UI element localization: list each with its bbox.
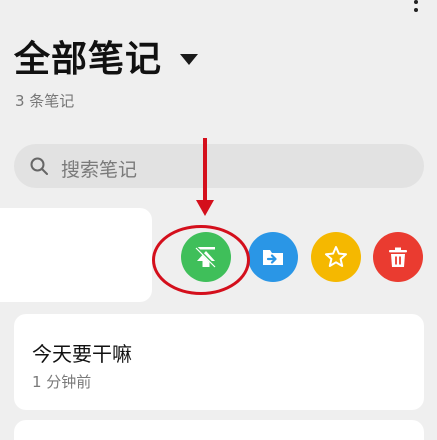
move-to-folder-icon (263, 250, 283, 265)
note-card[interactable]: 今天要干嘛 1 分钟前 (14, 314, 424, 410)
search-input[interactable]: 搜索笔记 (14, 144, 424, 188)
annotation-arrow-shaft (203, 138, 207, 204)
note-card-partial[interactable] (14, 420, 424, 440)
note-count: 3 条笔记 (15, 92, 75, 110)
favorite-button[interactable] (311, 232, 361, 282)
annotation-highlight-circle (152, 225, 250, 295)
page-title[interactable]: 全部笔记 (14, 36, 162, 84)
trash-icon (389, 247, 407, 267)
delete-button[interactable] (373, 232, 423, 282)
more-options-icon[interactable] (410, 0, 422, 14)
note-title: 今天要干嘛 (32, 342, 132, 366)
caret-down-icon[interactable] (180, 54, 198, 65)
search-icon (30, 157, 48, 175)
move-to-folder-button[interactable] (248, 232, 298, 282)
star-icon (325, 246, 347, 267)
note-timestamp: 1 分钟前 (32, 373, 92, 391)
annotation-arrow-head (196, 200, 214, 216)
swiped-note-card[interactable] (0, 208, 152, 302)
search-placeholder: 搜索笔记 (61, 159, 138, 181)
